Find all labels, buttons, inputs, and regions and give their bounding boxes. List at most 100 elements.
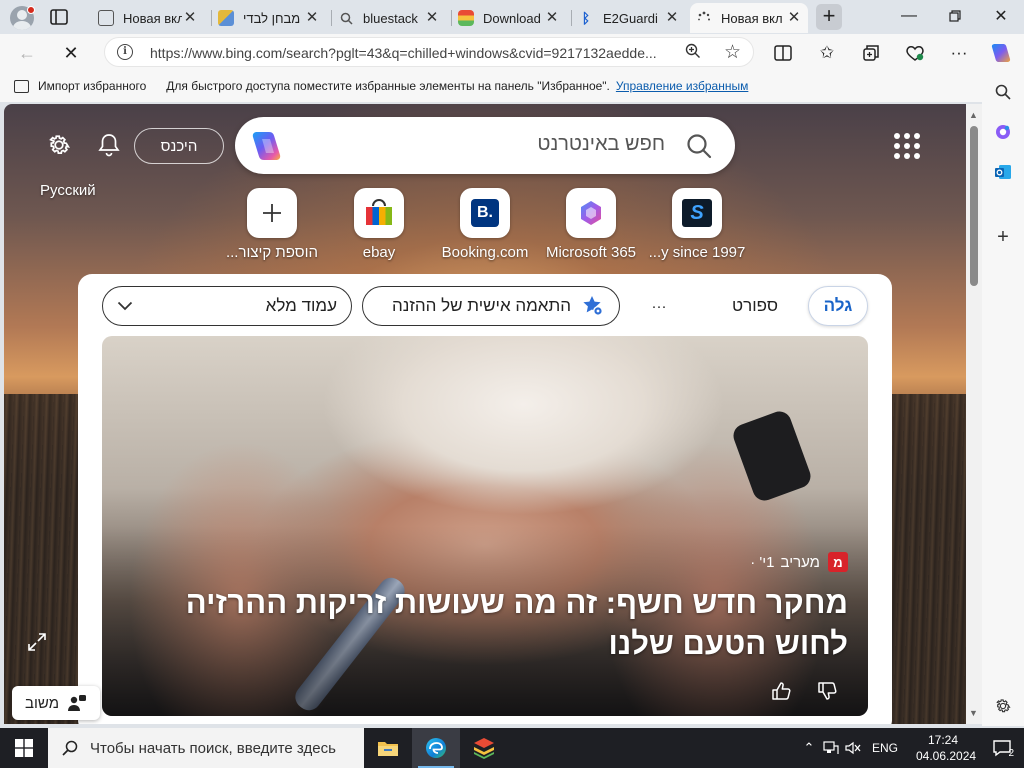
expand-icon[interactable] — [26, 631, 48, 653]
system-tray: ⌃ ENG 17:24 04.06.2024 2 — [798, 728, 1024, 768]
article-card[interactable]: מ מעריב 1י' · מחקר חדש חשף: זה מה שעושות… — [102, 336, 868, 716]
article-source-name: מעריב — [780, 553, 820, 571]
thumbs-down-icon[interactable] — [816, 680, 838, 702]
copilot-icon[interactable] — [988, 40, 1014, 66]
sign-in-button[interactable]: היכנס — [134, 128, 224, 164]
add-sidebar-app-icon[interactable]: + — [991, 225, 1015, 249]
search-icon[interactable] — [685, 132, 713, 160]
browser-tab[interactable]: bluestack ✕ — [331, 3, 446, 33]
browser-tab[interactable]: ᛒ E2Guardi ✕ — [571, 3, 686, 33]
copilot-sidebar-icon[interactable] — [991, 120, 1015, 144]
article-source[interactable]: מ מעריב 1י' · — [750, 552, 848, 572]
browser-tab[interactable]: Новая вкл ✕ — [92, 3, 204, 33]
page-settings-icon[interactable] — [46, 132, 72, 158]
layout-dropdown-label: עמוד מלא — [265, 296, 337, 315]
tab-title: מבחן לבדי — [243, 10, 301, 26]
edge-taskbar-icon[interactable] — [412, 728, 460, 768]
feed-tab-sports[interactable]: ספורט — [716, 286, 794, 326]
personalize-star-icon — [583, 296, 603, 316]
more-options-icon[interactable]: ··· — [946, 40, 972, 66]
url-text[interactable]: https://www.bing.com/search?pglt=43&q=ch… — [150, 45, 680, 61]
quick-link-add[interactable]: הוספת קיצור... — [217, 188, 327, 261]
bluestacks-taskbar-icon[interactable] — [460, 728, 508, 768]
quick-link-label: הוספת קיצור... — [225, 244, 319, 261]
show-hidden-icons-icon[interactable]: ⌃ — [798, 728, 820, 768]
close-tab-icon[interactable]: ✕ — [304, 10, 320, 26]
quick-link-label: ebay — [362, 244, 396, 261]
personalize-feed-button[interactable]: התאמה אישית של ההזנה — [362, 286, 620, 326]
address-bar[interactable]: i https://www.bing.com/search?pglt=43&q=… — [104, 37, 754, 67]
stop-loading-icon[interactable]: ✕ — [58, 40, 84, 66]
favorite-star-icon[interactable]: ☆ — [724, 41, 741, 64]
search-icon[interactable] — [991, 80, 1015, 104]
favorites-icon[interactable]: ✩ — [814, 40, 840, 66]
quick-link-site[interactable]: S ...y since 1997 — [642, 188, 752, 261]
web-search-box[interactable]: חפש באינטרנט — [235, 117, 735, 174]
file-explorer-icon[interactable] — [364, 728, 412, 768]
close-tab-icon[interactable]: ✕ — [182, 10, 198, 26]
windows-start-icon[interactable] — [0, 728, 48, 768]
feed-tab-bar: עמוד מלא התאמה אישית של ההזנה ··· ספורט … — [102, 286, 868, 326]
close-tab-icon[interactable]: ✕ — [664, 10, 680, 26]
browser-tab[interactable]: מבחן לבדי ✕ — [211, 3, 326, 33]
quick-link-label: ...y since 1997 — [648, 244, 746, 261]
back-icon[interactable]: ← — [14, 40, 40, 66]
new-tab-button[interactable]: + — [816, 4, 842, 30]
clock-time: 17:24 — [927, 733, 959, 747]
browser-tab-active[interactable]: Новая вкл ✕ — [690, 3, 808, 33]
split-screen-icon[interactable] — [770, 40, 796, 66]
apps-launcher-icon[interactable] — [894, 133, 920, 159]
manage-favorites-link[interactable]: Управление избранным — [616, 79, 748, 93]
taskbar-search-box[interactable]: Чтобы начать поиск, введите здесь — [48, 728, 364, 768]
scroll-down-icon[interactable]: ▼ — [969, 708, 978, 718]
quick-link-ebay[interactable]: ebay — [324, 188, 434, 261]
maariv-logo-icon: מ — [828, 552, 848, 572]
browser-essentials-icon[interactable] — [902, 40, 928, 66]
layout-dropdown[interactable]: עמוד מלא — [102, 286, 352, 326]
quick-link-microsoft365[interactable]: Microsoft 365 — [536, 188, 646, 261]
search-placeholder: חפש באינטרנט — [537, 133, 665, 155]
input-language-indicator[interactable]: ENG — [864, 741, 906, 755]
feed-more-button[interactable]: ··· — [642, 286, 676, 326]
article-reactions — [770, 680, 838, 702]
feedback-button[interactable]: משוב — [12, 686, 100, 720]
close-window-icon[interactable]: ✕ — [978, 0, 1024, 32]
close-tab-icon[interactable]: ✕ — [424, 10, 440, 26]
loading-spinner-icon — [696, 10, 712, 26]
collections-icon[interactable] — [858, 40, 884, 66]
outlook-icon[interactable] — [991, 160, 1015, 184]
page-scrollbar[interactable]: ▲ ▼ — [966, 104, 982, 724]
clock-date: 04.06.2024 — [916, 749, 977, 763]
scrollbar-thumb[interactable] — [970, 126, 978, 286]
personalize-feed-label: התאמה אישית של ההזנה — [392, 296, 571, 315]
import-favorites-button[interactable]: Импорт избранного — [14, 79, 146, 93]
site-info-icon[interactable]: i — [117, 44, 133, 60]
tab-actions-icon[interactable] — [48, 7, 70, 27]
search-icon — [338, 10, 354, 26]
feed-tab-discover[interactable]: גלה — [808, 286, 868, 326]
sidebar-settings-icon[interactable] — [991, 694, 1015, 718]
zoom-icon[interactable] — [685, 43, 701, 63]
navigation-toolbar: ← ✕ i https://www.bing.com/search?pglt=4… — [0, 34, 1024, 70]
maximize-icon[interactable] — [932, 0, 978, 32]
edge-sidebar: + — [982, 70, 1024, 726]
volume-muted-icon[interactable] — [842, 728, 864, 768]
network-icon[interactable] — [820, 728, 842, 768]
notification-center-icon[interactable]: 2 — [980, 728, 1024, 768]
quick-link-booking[interactable]: B. Booking.com — [430, 188, 540, 261]
close-tab-icon[interactable]: ✕ — [544, 10, 560, 26]
m365-icon — [566, 188, 616, 238]
scroll-up-icon[interactable]: ▲ — [969, 110, 978, 120]
minimize-icon[interactable]: — — [886, 0, 932, 32]
browser-tab[interactable]: Download ✕ — [451, 3, 566, 33]
chevron-down-icon — [117, 301, 133, 311]
close-tab-icon[interactable]: ✕ — [786, 10, 802, 26]
booking-icon: B. — [460, 188, 510, 238]
thumbs-up-icon[interactable] — [770, 680, 792, 702]
notifications-bell-icon[interactable] — [96, 131, 122, 159]
copilot-logo-icon[interactable] — [248, 129, 284, 163]
taskbar-clock[interactable]: 17:24 04.06.2024 — [906, 732, 980, 764]
forms-icon — [218, 10, 234, 26]
plus-icon — [247, 188, 297, 238]
article-headline[interactable]: מחקר חדש חשף: זה מה שעושות זריקות ההרזיה… — [128, 582, 848, 664]
